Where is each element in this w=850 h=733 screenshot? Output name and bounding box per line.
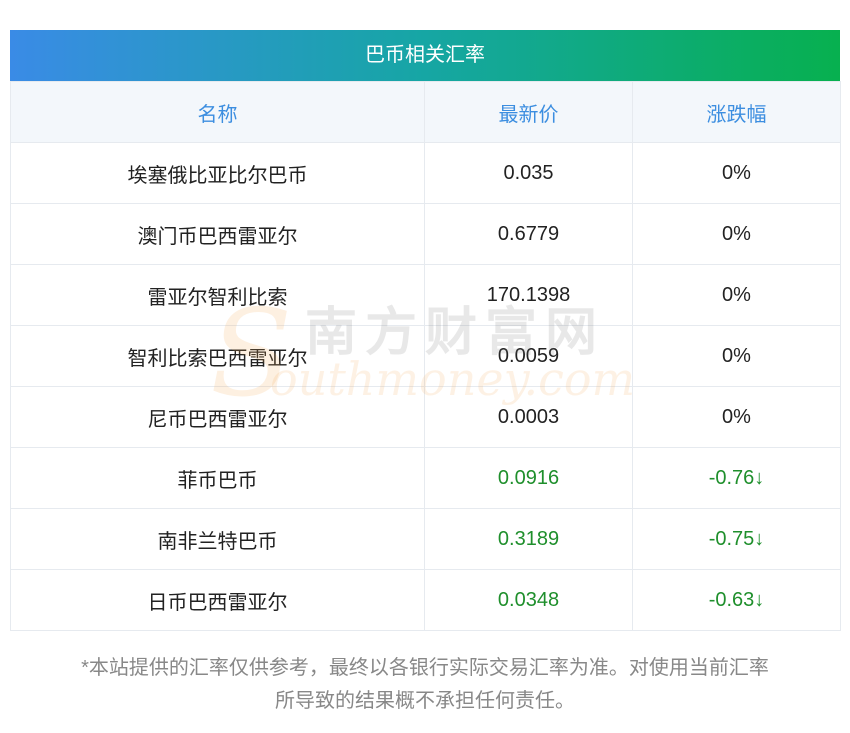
latest-price: 170.1398 [424, 264, 633, 326]
table-title: 巴币相关汇率 [10, 30, 840, 81]
table-row: 埃塞俄比亚比尔巴币 0.035 0% [10, 142, 841, 204]
exchange-rate-table: 名称 最新价 涨跌幅 埃塞俄比亚比尔巴币 0.035 0% 澳门币巴西雷亚尔 0… [10, 81, 841, 631]
change-percent: -0.76↓ [632, 447, 841, 509]
table-row: 日币巴西雷亚尔 0.0348 -0.63↓ [10, 569, 841, 631]
currency-pair-name: 智利比索巴西雷亚尔 [10, 325, 425, 387]
change-percent: 0% [632, 142, 841, 204]
table-row: 南非兰特巴币 0.3189 -0.75↓ [10, 508, 841, 570]
latest-price: 0.0059 [424, 325, 633, 387]
latest-price: 0.035 [424, 142, 633, 204]
currency-pair-name: 日币巴西雷亚尔 [10, 569, 425, 631]
column-header-name: 名称 [10, 81, 425, 143]
latest-price: 0.0003 [424, 386, 633, 448]
table-row: 尼币巴西雷亚尔 0.0003 0% [10, 386, 841, 448]
column-header-price: 最新价 [424, 81, 633, 143]
currency-pair-name: 雷亚尔智利比索 [10, 264, 425, 326]
currency-pair-name: 南非兰特巴币 [10, 508, 425, 570]
currency-pair-name: 菲币巴币 [10, 447, 425, 509]
change-percent: 0% [632, 264, 841, 326]
latest-price: 0.0916 [424, 447, 633, 509]
disclaimer-line: 所导致的结果概不承担任何责任。 [275, 690, 575, 712]
header-row: 名称 最新价 涨跌幅 [10, 81, 841, 143]
table-row: 智利比索巴西雷亚尔 0.0059 0% [10, 325, 841, 387]
change-percent: -0.63↓ [632, 569, 841, 631]
currency-pair-name: 澳门币巴西雷亚尔 [10, 203, 425, 265]
currency-pair-name: 埃塞俄比亚比尔巴币 [10, 142, 425, 204]
column-header-change: 涨跌幅 [632, 81, 841, 143]
latest-price: 0.6779 [424, 203, 633, 265]
change-percent: 0% [632, 386, 841, 448]
disclaimer-line: *本站提供的汇率仅供参考，最终以各银行实际交易汇率为准。对使用当前汇率 [81, 657, 769, 679]
latest-price: 0.0348 [424, 569, 633, 631]
exchange-rate-card: 巴币相关汇率 名称 最新价 涨跌幅 埃塞俄比亚比尔巴币 0.035 0% 澳门币… [10, 30, 841, 631]
table-row: 菲币巴币 0.0916 -0.76↓ [10, 447, 841, 509]
change-percent: 0% [632, 325, 841, 387]
latest-price: 0.3189 [424, 508, 633, 570]
change-percent: -0.75↓ [632, 508, 841, 570]
table-row: 澳门币巴西雷亚尔 0.6779 0% [10, 203, 841, 265]
currency-pair-name: 尼币巴西雷亚尔 [10, 386, 425, 448]
table-row: 雷亚尔智利比索 170.1398 0% [10, 264, 841, 326]
disclaimer: *本站提供的汇率仅供参考，最终以各银行实际交易汇率为准。对使用当前汇率 所导致的… [10, 652, 840, 718]
change-percent: 0% [632, 203, 841, 265]
